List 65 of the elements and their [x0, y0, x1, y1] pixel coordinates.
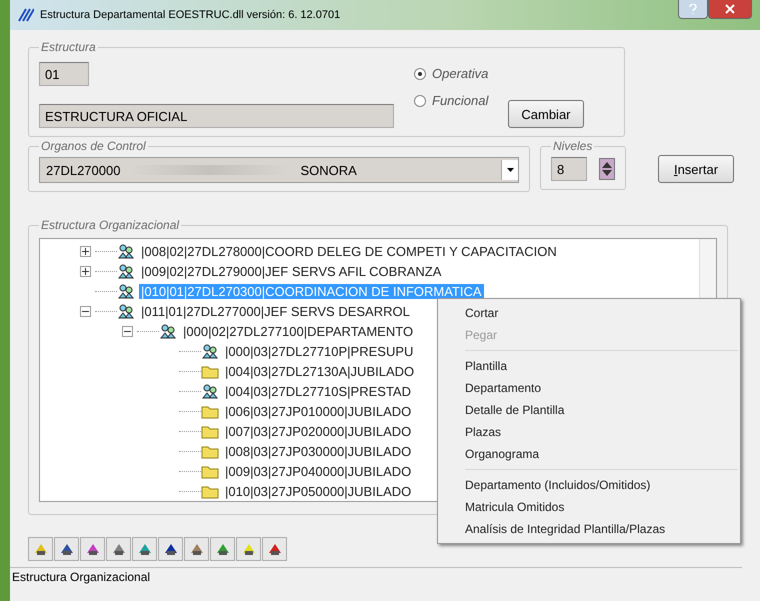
group-label: Niveles — [552, 139, 594, 153]
tree-item[interactable]: |000|02|27DL277100|DEPARTAMENTO — [181, 324, 416, 338]
status-bar: Estructura Organizacional — [10, 567, 742, 586]
menu-item[interactable]: Matricula Omitidos — [438, 496, 740, 518]
tree-item[interactable]: |010|03|27JP050000|JUBILADO — [223, 484, 414, 498]
radio-label: Operativa — [432, 66, 488, 81]
toolbar-button[interactable] — [236, 537, 261, 561]
toolbar-button[interactable] — [262, 537, 287, 561]
tree-item[interactable]: |009|02|27DL279000|JEF SERVS AFIL COBRANZA — [139, 264, 444, 278]
toolbar-button[interactable] — [184, 537, 209, 561]
radio-label: Funcional — [432, 93, 488, 108]
toolbar-button[interactable] — [28, 537, 53, 561]
menu-item[interactable]: Departamento (Incluidos/Omitidos) — [438, 474, 740, 496]
collapse-icon[interactable] — [122, 326, 133, 336]
toolbar-button[interactable] — [210, 537, 235, 561]
menu-item[interactable]: Organograma — [438, 443, 740, 465]
niveles-field[interactable]: 8 — [551, 157, 587, 181]
tree-item[interactable]: |004|03|27DL27710S|PRESTAD — [223, 384, 413, 398]
organos-dropdown[interactable]: 27DL270000 SONORA — [39, 157, 519, 183]
menu-item[interactable]: Plantilla — [438, 355, 740, 377]
tree-item[interactable]: |011|01|27DL277000|JEF SERVS DESARROL — [139, 304, 412, 318]
close-button[interactable] — [708, 0, 752, 19]
expand-icon[interactable] — [80, 266, 91, 276]
group-label: Estructura Organizacional — [40, 218, 180, 232]
menu-item[interactable]: Departamento — [438, 377, 740, 399]
name-field[interactable]: ESTRUCTURA OFICIAL — [39, 104, 394, 128]
menu-item[interactable]: Analísis de Integridad Plantilla/Plazas — [438, 518, 740, 540]
help-button[interactable] — [678, 0, 708, 19]
app-icon — [18, 8, 34, 22]
toolbar-button[interactable] — [54, 537, 79, 561]
window-title: Estructura Departamental EOESTRUC.dll versión: 6. 12.0701 — [40, 9, 340, 21]
toolbar-button[interactable] — [132, 537, 157, 561]
people-icon — [117, 283, 135, 299]
close-icon — [725, 4, 735, 14]
help-icon — [689, 4, 697, 14]
tree-item[interactable]: |008|02|27DL278000|COORD DELEG DE COMPETI Y CAPACITACION — [139, 244, 559, 258]
toolbar-button[interactable] — [158, 537, 183, 561]
tree-item[interactable]: |000|03|27DL27710P|PRESUPU — [223, 344, 416, 358]
menu-item[interactable]: Plazas — [438, 421, 740, 443]
insertar-button[interactable]: Insertar — [658, 155, 734, 183]
group-label: Estructura — [40, 40, 97, 54]
tree-item[interactable]: |004|03|27DL27130A|JUBILADO — [223, 364, 416, 378]
people-icon — [117, 263, 135, 279]
toolbar-button[interactable] — [80, 537, 105, 561]
people-icon — [117, 303, 135, 319]
people-icon — [201, 383, 219, 399]
people-icon — [117, 243, 135, 259]
expand-icon[interactable] — [80, 246, 91, 256]
tree-item[interactable]: |008|03|27JP030000|JUBILADO — [223, 444, 414, 458]
cambiar-button[interactable]: Cambiar — [508, 100, 584, 128]
spinner-icon[interactable] — [599, 158, 615, 180]
menu-item[interactable]: Cortar — [438, 302, 740, 324]
people-icon — [201, 343, 219, 359]
menu-item[interactable]: Detalle de Plantilla — [438, 399, 740, 421]
tree-item[interactable]: |009|03|27JP040000|JUBILADO — [223, 464, 414, 478]
group-label: Organos de Control — [40, 139, 147, 153]
tree-item[interactable]: |007|03|27JP020000|JUBILADO — [223, 424, 414, 438]
toolbar-button[interactable] — [106, 537, 131, 561]
code-field[interactable]: 01 — [39, 62, 89, 86]
tree-item[interactable]: |006|03|27JP010000|JUBILADO — [223, 404, 414, 418]
dropdown-arrow-icon — [506, 168, 514, 172]
collapse-icon[interactable] — [80, 306, 91, 316]
radio-button[interactable] — [414, 94, 426, 106]
radio-button[interactable] — [414, 68, 426, 80]
people-icon — [159, 323, 177, 339]
